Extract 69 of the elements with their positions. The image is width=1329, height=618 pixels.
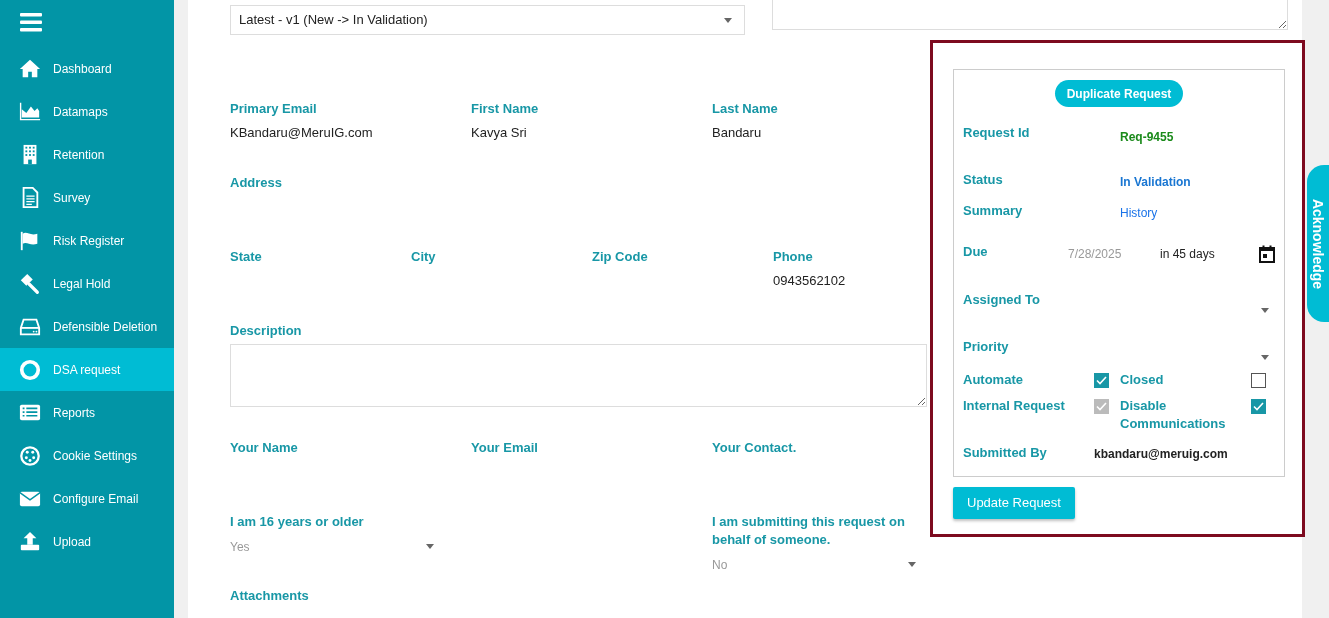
- field-label: Status: [963, 171, 1004, 189]
- duplicate-request-button[interactable]: Duplicate Request: [1054, 80, 1184, 107]
- field-label: Request Id: [963, 124, 1031, 142]
- due-relative-text: in 45 days: [1160, 246, 1216, 263]
- field-label: City: [411, 248, 437, 266]
- sidebar-item[interactable]: Risk Register: [0, 219, 174, 262]
- lifebuoy-icon: [18, 358, 42, 381]
- sidebar-item[interactable]: Survey: [0, 176, 174, 219]
- checkbox[interactable]: [1251, 373, 1266, 388]
- dropdown-caret-icon[interactable]: [1261, 308, 1269, 313]
- sidebar-item[interactable]: Reports: [0, 391, 174, 434]
- field-label: Zip Code: [592, 248, 649, 266]
- checkbox-label: Internal Request: [963, 397, 1066, 415]
- field-label: Attachments: [230, 587, 310, 605]
- sidebar-item[interactable]: Defensible Deletion: [0, 305, 174, 348]
- checkbox-label: Automate: [963, 371, 1024, 389]
- sidebar-item[interactable]: Retention: [0, 133, 174, 176]
- field-label: Your Email: [471, 439, 539, 457]
- field-label: I am 16 years or older: [230, 513, 365, 531]
- field-value: Bandaru: [712, 124, 763, 142]
- version-select[interactable]: Latest - v1 (New -> In Validation): [230, 5, 745, 35]
- notes-field[interactable]: [772, 0, 1288, 30]
- description-field[interactable]: [230, 344, 927, 407]
- sidebar-item[interactable]: Configure Email: [0, 477, 174, 520]
- field-label: Your Name: [230, 439, 299, 457]
- field-label: Due: [963, 243, 989, 261]
- history-link[interactable]: History: [1120, 202, 1158, 223]
- checkbox[interactable]: [1251, 399, 1266, 414]
- upload-icon: [18, 530, 42, 553]
- checkbox-label: Disable Communications: [1120, 397, 1227, 433]
- checkbox-label: Closed: [1120, 371, 1165, 389]
- field-label: Description: [230, 322, 303, 340]
- request-id-value: Req-9455: [1120, 129, 1175, 146]
- field-label: Last Name: [712, 100, 779, 118]
- due-date-value: 7/28/2025: [1068, 246, 1123, 263]
- dropdown-caret-icon[interactable]: [1261, 355, 1269, 360]
- calendar-icon[interactable]: [1259, 244, 1275, 263]
- field-value: Kavya Sri: [471, 124, 528, 142]
- field-label: Primary Email: [230, 100, 318, 118]
- submitted-by-value: kbandaru@meruig.com: [1094, 446, 1229, 463]
- update-request-button[interactable]: Update Request: [953, 487, 1075, 519]
- sidebar-item[interactable]: Dashboard: [0, 47, 174, 90]
- checkbox[interactable]: [1094, 373, 1109, 388]
- field-label: Your Contact.: [712, 439, 798, 457]
- acknowledge-tab[interactable]: Acknowledge: [1307, 165, 1329, 322]
- gavel-icon: [18, 272, 42, 295]
- area-chart-icon: [18, 100, 42, 123]
- menu-icon[interactable]: [20, 13, 42, 33]
- sidebar-item[interactable]: Upload: [0, 520, 174, 563]
- field-label: Address: [230, 174, 284, 192]
- home-icon: [18, 57, 42, 80]
- dropdown-field[interactable]: No: [712, 555, 922, 575]
- field-label: Submitted By: [963, 444, 1048, 462]
- field-value: KBandaru@MeruIG.com: [230, 124, 374, 142]
- cookie-icon: [18, 444, 42, 467]
- field-label: Summary: [963, 202, 1024, 220]
- field-label: State: [230, 248, 263, 266]
- field-label: I am submitting this request on behalf of someone.: [712, 513, 906, 549]
- field-label: Priority: [963, 338, 1009, 356]
- status-value: In Validation: [1120, 174, 1192, 191]
- dropdown-field[interactable]: Yes: [230, 537, 440, 557]
- sidebar-item[interactable]: DSA request: [0, 348, 174, 391]
- field-label: First Name: [471, 100, 540, 118]
- field-label: Phone: [773, 248, 814, 266]
- field-label: Assigned To: [963, 291, 1041, 309]
- sidebar-item[interactable]: Cookie Settings: [0, 434, 174, 477]
- sidebar-item[interactable]: Legal Hold: [0, 262, 174, 305]
- field-value: 0943562102: [773, 272, 847, 290]
- sidebar-item[interactable]: Datamaps: [0, 90, 174, 133]
